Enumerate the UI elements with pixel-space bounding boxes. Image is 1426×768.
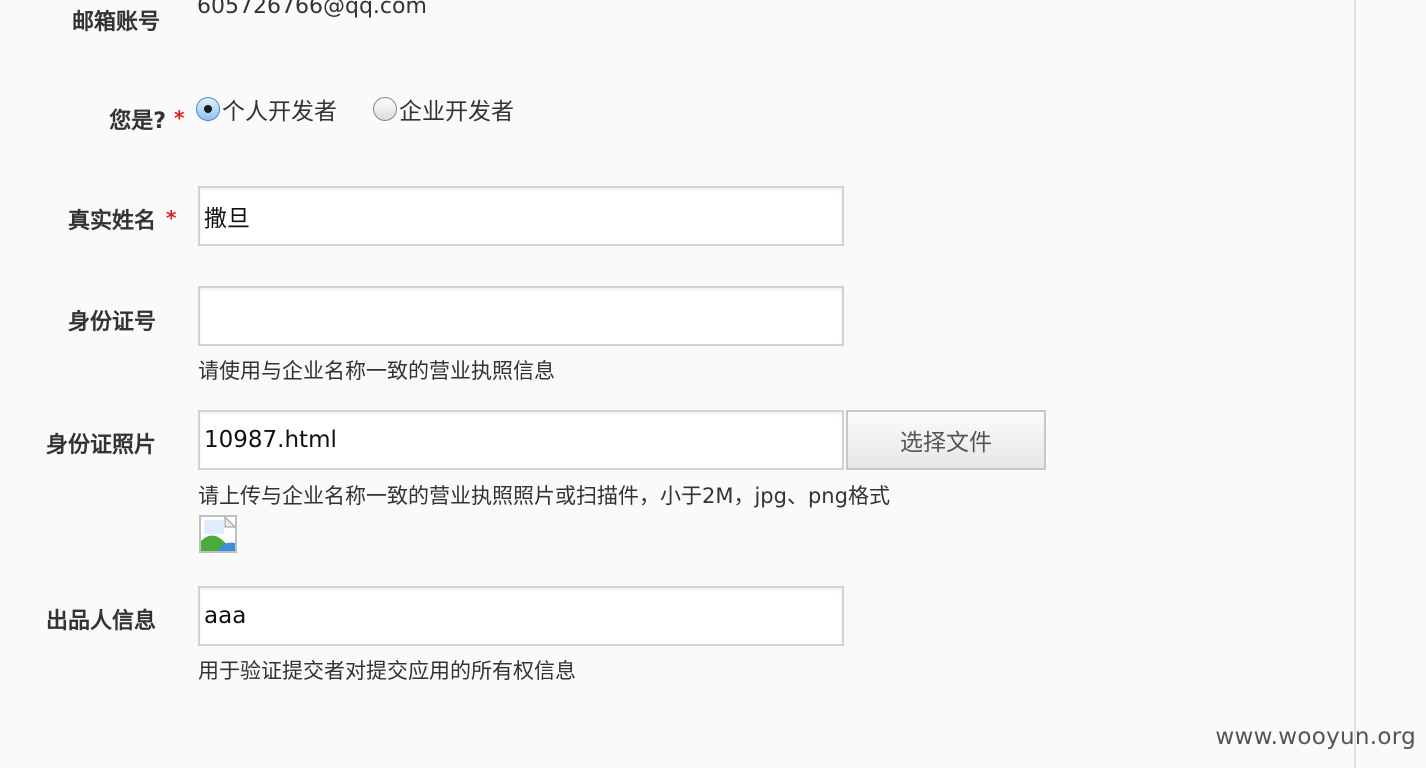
image-placeholder-icon — [201, 515, 237, 551]
id-number-label: 身份证号 — [67, 310, 156, 335]
role-required-mark: * — [174, 106, 185, 130]
email-value: 605726766@qq.com — [197, 0, 427, 19]
radio-checked-icon[interactable] — [196, 97, 220, 121]
publisher-hint: 用于验证提交者对提交应用的所有权信息 — [198, 659, 576, 683]
id-number-hint: 请使用与企业名称一致的营业执照信息 — [198, 359, 555, 383]
role-radio-group: 个人开发者 企业开发者 — [196, 92, 514, 126]
broken-image-icon — [199, 515, 237, 553]
radio-individual-label: 个人开发者 — [222, 99, 337, 125]
id-number-input[interactable] — [198, 286, 844, 346]
radio-dot-icon — [204, 105, 212, 113]
right-divider — [1354, 0, 1356, 768]
real-name-required-mark: * — [166, 206, 177, 230]
real-name-label: 真实姓名 — [67, 209, 156, 234]
role-label: 您是? — [109, 109, 166, 134]
radio-enterprise-label: 企业开发者 — [399, 99, 514, 125]
publisher-input[interactable] — [198, 586, 844, 646]
id-photo-hint: 请上传与企业名称一致的营业执照照片或扫描件，小于2M，jpg、png格式 — [198, 484, 890, 508]
radio-individual-developer[interactable]: 个人开发者 — [196, 92, 337, 126]
radio-enterprise-developer[interactable]: 企业开发者 — [373, 92, 514, 126]
id-photo-label: 身份证照片 — [45, 433, 156, 458]
publisher-label: 出品人信息 — [45, 609, 156, 634]
real-name-input[interactable] — [198, 186, 844, 246]
choose-file-button[interactable]: 选择文件 — [846, 410, 1046, 470]
id-photo-filename-input[interactable] — [198, 410, 844, 470]
radio-unchecked-icon[interactable] — [373, 97, 397, 121]
email-label: 邮箱账号 — [71, 10, 160, 35]
watermark: www.wooyun.org — [1215, 724, 1416, 750]
